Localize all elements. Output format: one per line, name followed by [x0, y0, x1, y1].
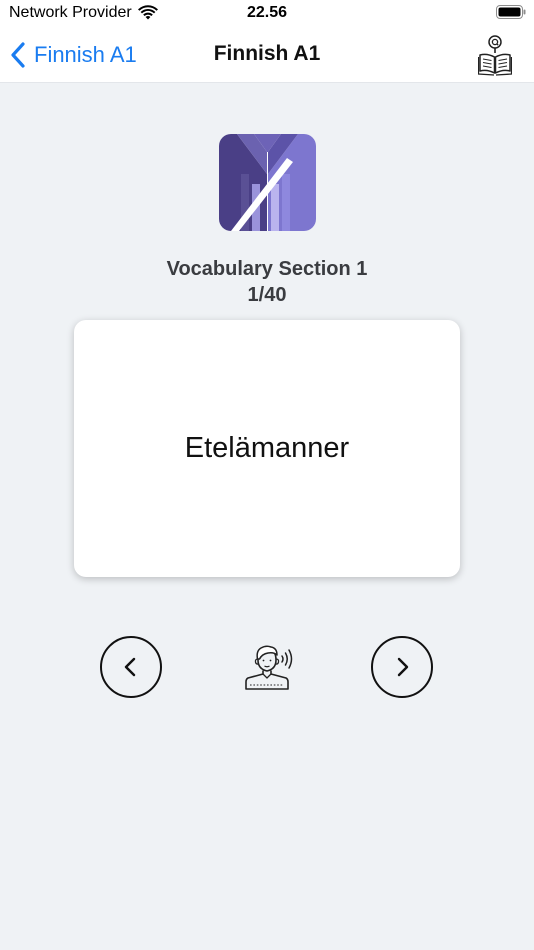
clock: 22.56 — [246, 4, 288, 21]
flashcard[interactable]: Etelämanner — [74, 320, 460, 577]
chevron-left-icon — [11, 42, 25, 68]
app-logo-mark — [219, 134, 316, 231]
back-button[interactable]: Finnish A1 — [8, 38, 137, 72]
book-search-icon — [477, 35, 513, 76]
next-card-button[interactable] — [371, 636, 433, 698]
battery-icon — [496, 5, 526, 19]
dictionary-button[interactable] — [477, 34, 513, 76]
speaking-person-icon — [245, 645, 293, 690]
app-screen: Network Provider 22.56 Finnish A1 Finnis… — [0, 0, 534, 950]
flashcard-word: Etelämanner — [184, 432, 350, 464]
app-logo — [219, 134, 316, 231]
pronounce-button[interactable] — [244, 642, 296, 694]
navigation-bar: Finnish A1 Finnish A1 — [0, 30, 534, 83]
chevron-right-icon — [397, 657, 409, 677]
section-title: Vocabulary Section 1 — [166, 258, 368, 280]
section-progress: 1/40 — [247, 284, 287, 306]
previous-card-button[interactable] — [100, 636, 162, 698]
status-bar: Network Provider 22.56 — [0, 0, 534, 30]
chevron-left-icon — [124, 657, 136, 677]
back-button-label: Finnish A1 — [34, 42, 137, 67]
